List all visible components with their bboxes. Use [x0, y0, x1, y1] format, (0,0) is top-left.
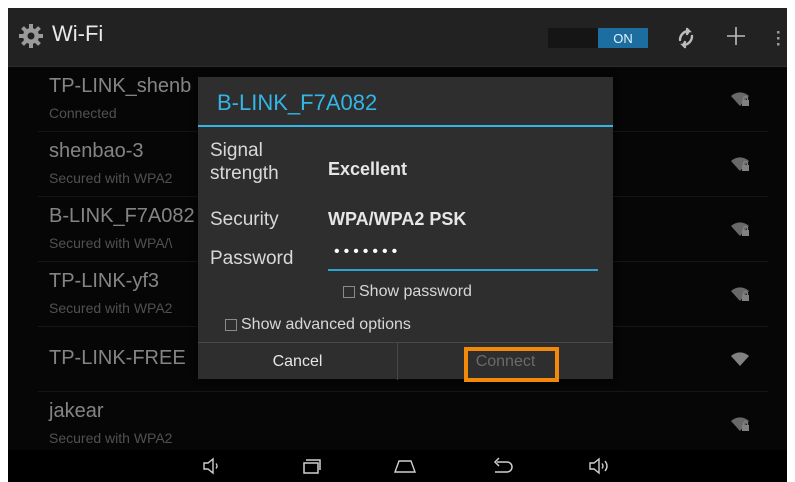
password-input[interactable]: ••••••• [328, 235, 598, 271]
overflow-menu-icon[interactable] [774, 26, 782, 50]
signal-label-line-2: strength [210, 163, 279, 184]
android-screen: Wi-Fi ON TP-LINK_shenb Connected shenbao… [8, 8, 787, 482]
password-label: Password [210, 248, 294, 269]
settings-gear-icon[interactable] [18, 23, 44, 49]
volume-up-icon[interactable] [588, 456, 610, 476]
cancel-button[interactable]: Cancel [198, 343, 398, 380]
toggle-on-label: ON [598, 28, 648, 48]
security-label: Security [210, 209, 279, 230]
show-advanced-checkbox[interactable] [225, 319, 237, 331]
volume-down-icon[interactable] [201, 456, 223, 476]
signal-strength-value: Excellent [328, 159, 408, 179]
action-bar: Wi-Fi ON [8, 8, 787, 67]
add-network-icon[interactable] [724, 24, 748, 48]
dialog-title-divider [198, 125, 613, 127]
dialog-title: B-LINK_F7A082 [217, 90, 378, 115]
show-password-label[interactable]: Show password [359, 283, 472, 301]
wps-icon[interactable] [674, 26, 698, 50]
signal-label-line-1: Signal [210, 140, 263, 161]
page-title: Wi-Fi [52, 21, 104, 46]
show-password-checkbox[interactable] [343, 286, 355, 298]
recent-apps-icon[interactable] [300, 456, 322, 476]
connect-button-highlight [464, 347, 559, 382]
navigation-bar [8, 450, 787, 482]
wifi-toggle[interactable]: ON [548, 28, 648, 48]
wifi-connect-dialog: B-LINK_F7A082 Signal strength Excellent … [198, 77, 613, 380]
password-value: ••••••• [334, 243, 402, 260]
show-advanced-label[interactable]: Show advanced options [241, 316, 411, 334]
home-icon[interactable] [394, 456, 416, 476]
back-icon[interactable] [491, 456, 513, 476]
signal-strength-label: Signal strength [210, 139, 279, 185]
security-value: WPA/WPA2 PSK [328, 209, 467, 229]
